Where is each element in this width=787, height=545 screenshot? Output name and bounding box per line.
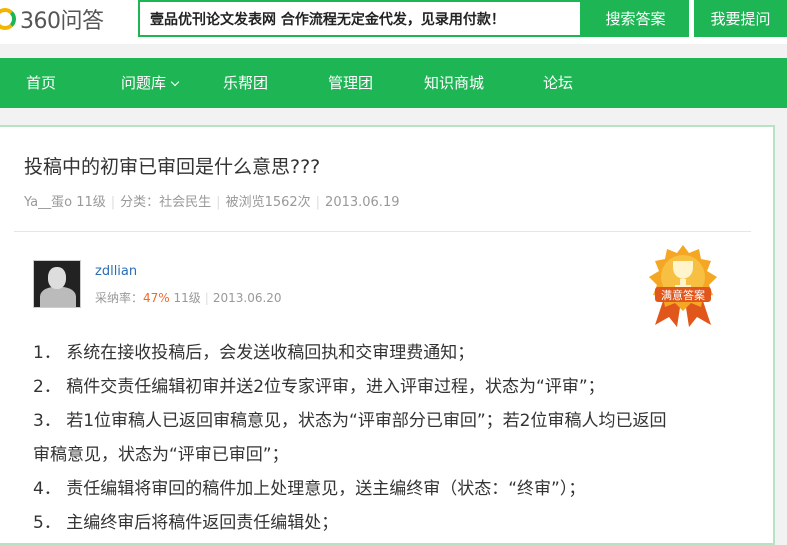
asker-level: 11级 [76, 195, 106, 210]
asker-name[interactable]: Ya__蛋o [24, 195, 72, 210]
chevron-down-icon [170, 77, 180, 87]
answer-line: 5． 主编终审后将稿件返回责任编辑处； [33, 513, 339, 533]
avatar-body [40, 287, 76, 307]
page-gutter [775, 125, 787, 525]
answer-line: 审稿意见，状态为“评审已审回”； [33, 445, 289, 465]
nav-item-knowledge-mall[interactable]: 知识商城 [424, 58, 484, 108]
answer-line: 4． 责任编辑将审回的稿件加上处理意见，送主编终审（状态：“终审”）； [33, 479, 586, 499]
meta-divider: | [216, 195, 221, 210]
logo-ring-icon [0, 8, 16, 30]
ask-question-button[interactable]: 我要提问 [694, 0, 787, 37]
answerer-name[interactable]: zdllian [95, 264, 137, 279]
answerer-level: 11级 [173, 291, 201, 305]
avatar[interactable] [33, 260, 81, 308]
nav-item-home[interactable]: 首页 [26, 58, 56, 108]
answer-date: 2013.06.20 [212, 291, 282, 305]
nav-item-question-bank[interactable]: 问题库 [121, 58, 180, 108]
logo-text: 360问答 [20, 9, 104, 34]
answer-line: 3． 若1位审稿人已返回审稿意见，状态为“评审部分已审回”；若2位审稿人均已返回 [33, 411, 667, 431]
answer-body: 1． 系统在接收投稿后，会发送收稿回执和交审理费通知； 2． 稿件交责任编辑初审… [33, 336, 733, 540]
divider [14, 231, 751, 232]
top-bar: 360问答 壹品优刊论文发表网 合作流程无定金代发，见录用付款！ 搜索答案 我要… [0, 0, 787, 44]
nav-item-forum[interactable]: 论坛 [543, 58, 573, 108]
question-category[interactable]: 分类：社会民生 [120, 195, 211, 210]
search-answer-button[interactable]: 搜索答案 [582, 0, 689, 37]
answer-line: 2． 稿件交责任编辑初审并送2位专家评审，进入评审过程，状态为“评审”； [33, 377, 605, 397]
question-date: 2013.06.19 [325, 195, 400, 210]
avatar-face [48, 267, 66, 289]
site-logo[interactable]: 360问答 [0, 4, 104, 34]
adoption-rate: 47% [143, 291, 170, 305]
question-views: 被浏览1562次 [225, 195, 311, 210]
satisfied-answer-badge-icon: 满意答案 [649, 245, 717, 327]
question-meta: Ya__蛋o 11级 | 分类：社会民生 | 被浏览1562次 | 2013.06.19 [24, 191, 399, 210]
nav-item-label: 问题库 [121, 74, 167, 92]
badge-label: 满意答案 [661, 288, 705, 302]
meta-divider: | [204, 291, 209, 305]
meta-divider: | [110, 195, 116, 210]
ad-text: 壹品优刊论文发表网 合作流程无定金代发，见录用付款！ [150, 11, 505, 28]
answer-line: 1． 系统在接收投稿后，会发送收稿回执和交审理费通知； [33, 343, 475, 363]
main-nav: 首页 问题库 乐帮团 管理团 知识商城 论坛 [0, 58, 787, 108]
nav-item-help-group[interactable]: 乐帮团 [223, 58, 268, 108]
question-title: 投稿中的初审已审回是什么意思??? [24, 156, 321, 178]
answerer-meta: 采纳率：47% 11级 | 2013.06.20 [95, 289, 282, 306]
nav-item-admin-group[interactable]: 管理团 [328, 58, 373, 108]
search-ad-box[interactable]: 壹品优刊论文发表网 合作流程无定金代发，见录用付款！ [138, 0, 582, 37]
meta-divider: | [315, 195, 321, 210]
adoption-label: 采纳率： [95, 291, 144, 305]
